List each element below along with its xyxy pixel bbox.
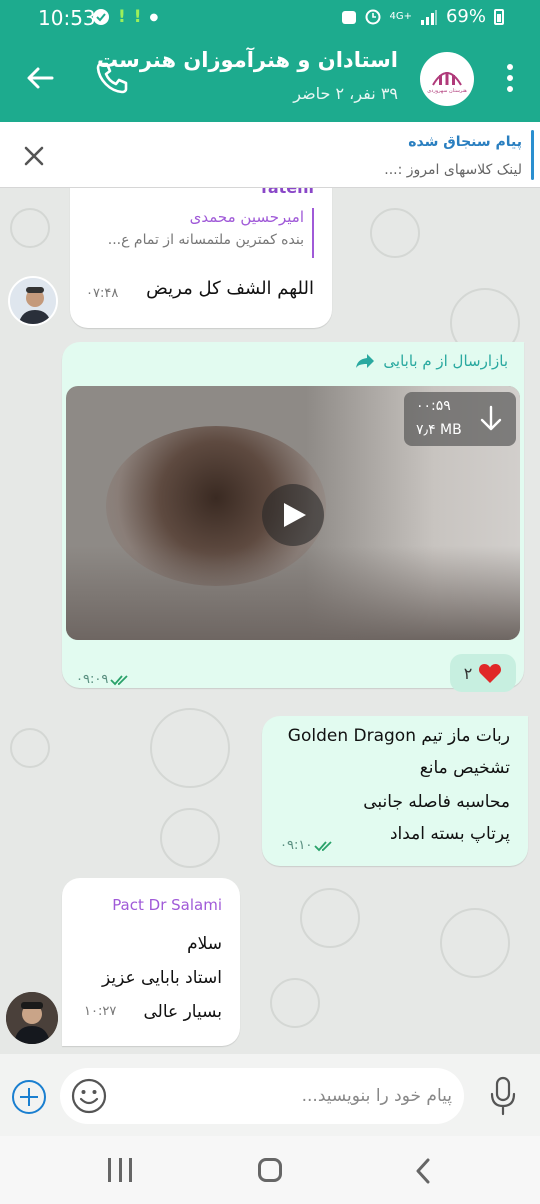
clock-icon: [365, 9, 381, 24]
message-line: تشخیص مانع: [419, 758, 510, 778]
reply-sender-name: امیرحسین محمدی: [189, 208, 304, 226]
microphone-icon[interactable]: [488, 1076, 518, 1116]
shield-check-icon: [93, 9, 109, 25]
alert-icon: !: [133, 7, 142, 27]
message-time: ۰۷:۴۸: [86, 286, 119, 301]
close-icon[interactable]: [22, 144, 46, 168]
system-nav-bar: [0, 1136, 540, 1204]
message-line: سلام: [187, 934, 222, 954]
person-avatar-icon: [6, 992, 58, 1044]
message-meta: ۰۹:۱۰: [280, 838, 336, 853]
avatar[interactable]: [6, 992, 58, 1044]
pinned-text: لینک کلاسهای امروز :...: [384, 162, 522, 178]
dot-icon: ●: [149, 11, 159, 23]
background-doodle: [150, 708, 230, 788]
emoji-icon[interactable]: [70, 1077, 108, 1115]
background-doodle: [10, 728, 50, 768]
nav-back-icon[interactable]: [412, 1158, 436, 1184]
download-icon[interactable]: [478, 404, 504, 434]
reaction-chip[interactable]: ۲: [450, 654, 516, 692]
message-line: استاد بابایی عزیز: [101, 968, 222, 988]
message-bubble[interactable]: بازارسال از م بابایی ۰۰:۵۹ ۷٫۴ MB ۲ ۰۹:۰…: [62, 342, 524, 692]
video-info[interactable]: ۰۰:۵۹ ۷٫۴ MB: [404, 392, 516, 446]
background-doodle: [160, 808, 220, 868]
chat-header: استادان و هنرآموزان هنرست ۳۹ نفر، ۲ حاضر…: [0, 34, 540, 122]
video-thumbnail[interactable]: ۰۰:۵۹ ۷٫۴ MB: [66, 386, 520, 640]
message-time: ۱۰:۲۷: [84, 1004, 117, 1019]
alert-icon: !: [118, 7, 126, 27]
status-time: 10:53: [38, 6, 96, 30]
message-bubble[interactable]: Pact Dr Salami سلام استاد بابایی عزیز بس…: [62, 878, 240, 1046]
attach-plus-button[interactable]: [12, 1080, 46, 1114]
group-title[interactable]: استادان و هنرآموزان هنرست: [97, 48, 398, 72]
video-size: ۷٫۴ MB: [416, 422, 462, 438]
message-time: ۰۹:۰۹: [76, 672, 109, 687]
status-system-icons: 4G+ 69%: [341, 6, 504, 27]
signal-icon: [420, 9, 437, 25]
message-bubble[interactable]: fatehi امیرحسین محمدی بنده کمترین ملتمسا…: [70, 188, 332, 328]
group-avatar[interactable]: هنرستان سهروردی: [420, 52, 474, 106]
person-avatar-icon: [10, 278, 56, 324]
double-check-icon: [314, 840, 332, 851]
status-notification-icons: ! ! ●: [92, 7, 158, 27]
background-doodle: [300, 888, 360, 948]
forwarded-from: بازارسال از م بابایی: [383, 352, 508, 370]
message-time: ۰۹:۱۰: [280, 838, 313, 853]
pinned-message-bar[interactable]: پیام سنجاق شده لینک کلاسهای امروز :...: [0, 122, 540, 188]
composer: [0, 1054, 540, 1136]
more-menu-icon[interactable]: [506, 64, 514, 92]
message-text: اللهم الشف کل مریض: [146, 278, 314, 299]
chat-messages[interactable]: fatehi امیرحسین محمدی بنده کمترین ملتمسا…: [0, 188, 540, 1054]
background-doodle: [10, 208, 50, 248]
play-button[interactable]: [262, 484, 324, 546]
message-input[interactable]: [152, 1082, 452, 1110]
heart-icon: [479, 664, 502, 683]
message-bubble[interactable]: ربات ماز تیم Golden Dragon تشخیص مانع مح…: [262, 716, 528, 866]
group-avatar-text: هنرستان سهروردی: [427, 87, 467, 94]
recent-apps-icon[interactable]: [108, 1158, 132, 1182]
message-input-box[interactable]: [60, 1068, 464, 1124]
double-check-icon: [110, 674, 128, 685]
group-members-status: ۳۹ نفر، ۲ حاضر: [293, 84, 398, 103]
sender-name[interactable]: Pact Dr Salami: [112, 896, 222, 914]
message-meta: ۰۹:۰۹: [76, 672, 132, 687]
alarm-icon: [342, 10, 357, 24]
play-icon: [284, 503, 306, 527]
back-arrow-icon[interactable]: [22, 60, 58, 96]
pinned-title: پیام سنجاق شده: [408, 134, 522, 150]
reaction-count: ۲: [463, 663, 473, 683]
background-doodle: [440, 908, 510, 978]
battery-percent: 69%: [445, 6, 486, 27]
logo-icon: [432, 71, 462, 86]
background-doodle: [270, 978, 320, 1028]
video-duration: ۰۰:۵۹: [416, 398, 451, 414]
home-icon[interactable]: [258, 1158, 282, 1182]
reply-preview[interactable]: امیرحسین محمدی بنده کمترین ملتمسانه از ت…: [86, 208, 314, 258]
network-type: 4G+: [389, 11, 412, 22]
forward-arrow-icon: [356, 354, 375, 368]
background-doodle: [370, 208, 420, 258]
avatar[interactable]: [8, 276, 58, 326]
battery-icon: [494, 8, 504, 25]
message-line: ربات ماز تیم Golden Dragon: [287, 726, 510, 746]
forwarded-header[interactable]: بازارسال از م بابایی: [355, 352, 508, 370]
message-line: بسیار عالی: [143, 1002, 223, 1022]
message-line: پرتاپ بسته امداد: [389, 824, 510, 844]
message-line: محاسبه فاصله جانبی: [363, 792, 510, 812]
reply-text: بنده کمترین ملتمسانه از تمام ع...: [107, 232, 304, 248]
pinned-accent-bar: [531, 130, 534, 180]
status-bar: 10:53 ! ! ● 4G+ 69%: [0, 0, 540, 34]
sender-name[interactable]: fatehi: [261, 188, 314, 197]
